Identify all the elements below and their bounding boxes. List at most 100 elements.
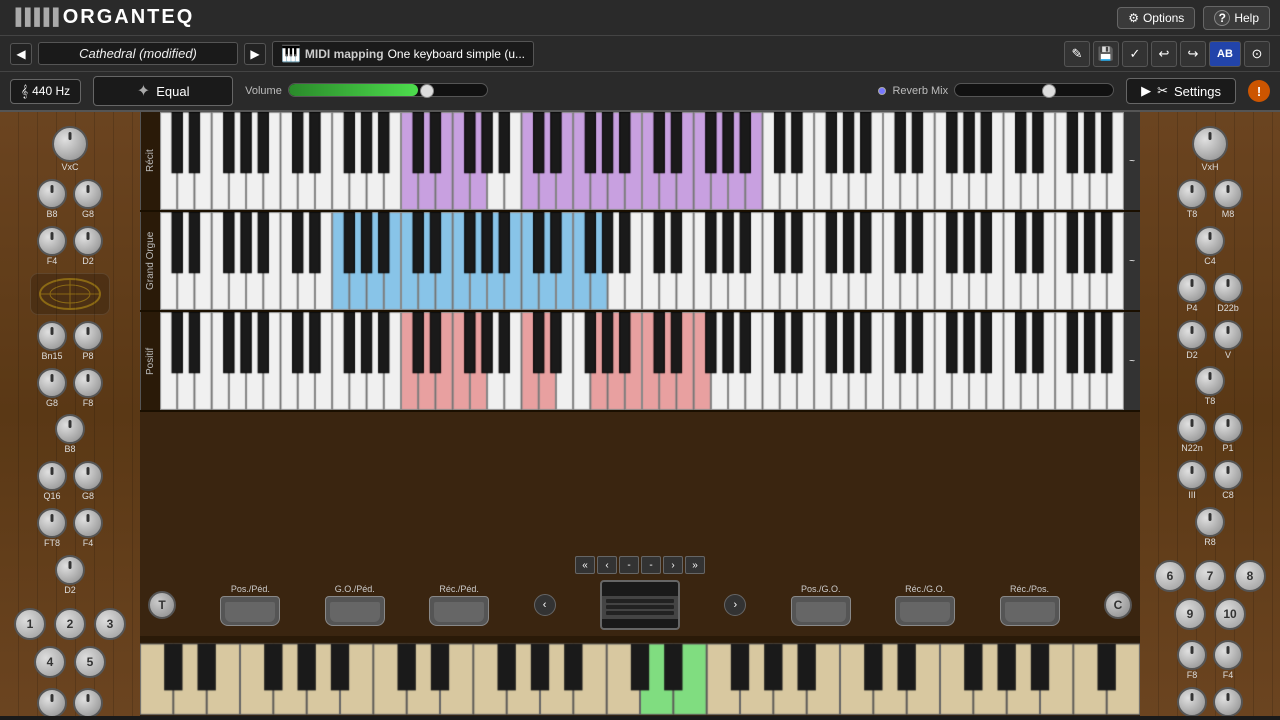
t8-knob-2[interactable]: [1195, 366, 1225, 396]
b16-knob[interactable]: [1177, 687, 1207, 716]
ft8-knob[interactable]: [37, 508, 67, 538]
info-button[interactable]: !: [1248, 80, 1270, 102]
prev-preset-button[interactable]: ◀: [10, 43, 32, 65]
reverb-slider[interactable]: [954, 83, 1114, 99]
recit-canvas[interactable]: [160, 112, 1124, 210]
q16-knob[interactable]: [37, 461, 67, 491]
g8-knob-1[interactable]: [73, 179, 103, 209]
ab-button[interactable]: AB: [1209, 41, 1241, 67]
bn15-knob[interactable]: [37, 321, 67, 351]
d2-knob-1[interactable]: [73, 226, 103, 256]
bn16-knob[interactable]: [73, 688, 103, 716]
rec-go-coupler[interactable]: [895, 596, 955, 626]
b8-knob-2[interactable]: [55, 414, 85, 444]
n22n-knob[interactable]: [1177, 413, 1207, 443]
midi-mapping-section[interactable]: 🎹 MIDI mapping One keyboard simple (u...: [272, 41, 534, 67]
num-8-button[interactable]: 8: [1234, 560, 1266, 592]
num-9-button[interactable]: 9: [1174, 598, 1206, 630]
undo-icon-button[interactable]: ↩: [1151, 41, 1177, 67]
num-4-button[interactable]: 4: [34, 646, 66, 678]
m8-knob[interactable]: [1213, 179, 1243, 209]
pos-scroll-btn[interactable]: ~: [1124, 312, 1140, 410]
f8-knob-r[interactable]: [1177, 640, 1207, 670]
pedal-canvas[interactable]: [140, 636, 1140, 716]
g8-knob-3[interactable]: [73, 461, 103, 491]
positif-keys-container[interactable]: [160, 312, 1124, 410]
p4-knob[interactable]: [1177, 273, 1207, 303]
options-button[interactable]: ⚙ Options: [1117, 7, 1195, 29]
t-button[interactable]: T: [148, 591, 176, 619]
t8-knob-3[interactable]: [1213, 687, 1243, 716]
vxh-knob[interactable]: [1192, 126, 1228, 162]
positif-keyboard[interactable]: [160, 312, 1124, 410]
f4-knob-r[interactable]: [1213, 640, 1243, 670]
t8-knob-1[interactable]: [1177, 179, 1207, 209]
rec-pos-coupler[interactable]: [1000, 596, 1060, 626]
swell-right-arrow[interactable]: ›: [724, 594, 746, 616]
help-button[interactable]: ? Help: [1203, 6, 1270, 30]
swell-nav-next[interactable]: ›: [663, 556, 683, 574]
num-1-button[interactable]: 1: [14, 608, 46, 640]
d2-knob-2[interactable]: [55, 555, 85, 585]
vxc-knob[interactable]: [52, 126, 88, 162]
num-3-button[interactable]: 3: [94, 608, 126, 640]
c4-knob-1[interactable]: [1195, 226, 1225, 256]
c-button[interactable]: C: [1104, 591, 1132, 619]
volume-label: Volume: [245, 85, 282, 97]
num-6-button[interactable]: 6: [1154, 560, 1186, 592]
recit-keys-container[interactable]: [160, 112, 1124, 210]
go-ped-coupler[interactable]: [325, 596, 385, 626]
hz-button[interactable]: 𝄞 440 Hz: [10, 79, 81, 104]
p16-knob[interactable]: [37, 688, 67, 716]
compare-icon-button[interactable]: ⊙: [1244, 41, 1270, 67]
settings-button[interactable]: ▶ ✂ Settings: [1126, 78, 1236, 104]
grand-orgue-keyboard[interactable]: [160, 212, 1124, 310]
p1-knob[interactable]: [1213, 413, 1243, 443]
check-icon-button[interactable]: ✓: [1122, 41, 1148, 67]
v-knob[interactable]: [1213, 320, 1243, 350]
swell-nav-prev[interactable]: ‹: [597, 556, 617, 574]
volume-slider[interactable]: [288, 83, 508, 99]
r8-knob[interactable]: [1195, 507, 1225, 537]
g8-knob-2[interactable]: [37, 368, 67, 398]
preset-name[interactable]: Cathedral (modified): [38, 42, 238, 65]
next-preset-button[interactable]: ▶: [244, 43, 266, 65]
recit-section: Récit: [140, 112, 1140, 212]
tuning-fork-icon: 𝄞: [21, 84, 28, 99]
swell-box[interactable]: [600, 580, 680, 630]
pos-go-coupler[interactable]: [791, 596, 851, 626]
num-2-button[interactable]: 2: [54, 608, 86, 640]
grand-orgue-keys-container[interactable]: [160, 212, 1124, 310]
recit-keyboard[interactable]: Each white key ~12.69px wide: [160, 112, 1124, 210]
edit-icon-button[interactable]: ✎: [1064, 41, 1090, 67]
rec-ped-coupler[interactable]: [429, 596, 489, 626]
num-10-button[interactable]: 10: [1214, 598, 1246, 630]
num-7-button[interactable]: 7: [1194, 560, 1226, 592]
tuning-button[interactable]: ✦ Equal: [93, 76, 233, 106]
swell-nav-dbl-next[interactable]: »: [685, 556, 705, 574]
swell-nav-dbl-prev[interactable]: «: [575, 556, 595, 574]
pos-ped-coupler[interactable]: [220, 596, 280, 626]
reverb-group: Reverb Mix: [878, 83, 1114, 99]
save-icon-button[interactable]: 💾: [1093, 41, 1119, 67]
d22b-knob[interactable]: [1213, 273, 1243, 303]
pos-canvas[interactable]: [160, 312, 1124, 410]
iii-knob[interactable]: [1177, 460, 1207, 490]
f4-knob-2[interactable]: [73, 508, 103, 538]
swell-nav-minus2[interactable]: -: [641, 556, 661, 574]
swell-left-arrow[interactable]: ‹: [534, 594, 556, 616]
go-canvas[interactable]: [160, 212, 1124, 310]
d2-knob-r[interactable]: [1177, 320, 1207, 350]
b8-knob-1[interactable]: [37, 179, 67, 209]
go-scroll-btn[interactable]: ~: [1124, 212, 1140, 310]
pedal-area[interactable]: [140, 636, 1140, 716]
toolbar-icons: ✎ 💾 ✓ ↩ ↪ AB ⊙: [1064, 41, 1270, 67]
c8-knob[interactable]: [1213, 460, 1243, 490]
num-5-button[interactable]: 5: [74, 646, 106, 678]
swell-nav-minus1[interactable]: -: [619, 556, 639, 574]
p8-knob-1[interactable]: [73, 321, 103, 351]
redo-icon-button[interactable]: ↪: [1180, 41, 1206, 67]
recit-scroll-btn[interactable]: ~: [1124, 112, 1140, 210]
f8-knob-1[interactable]: [73, 368, 103, 398]
f4-knob-1[interactable]: [37, 226, 67, 256]
